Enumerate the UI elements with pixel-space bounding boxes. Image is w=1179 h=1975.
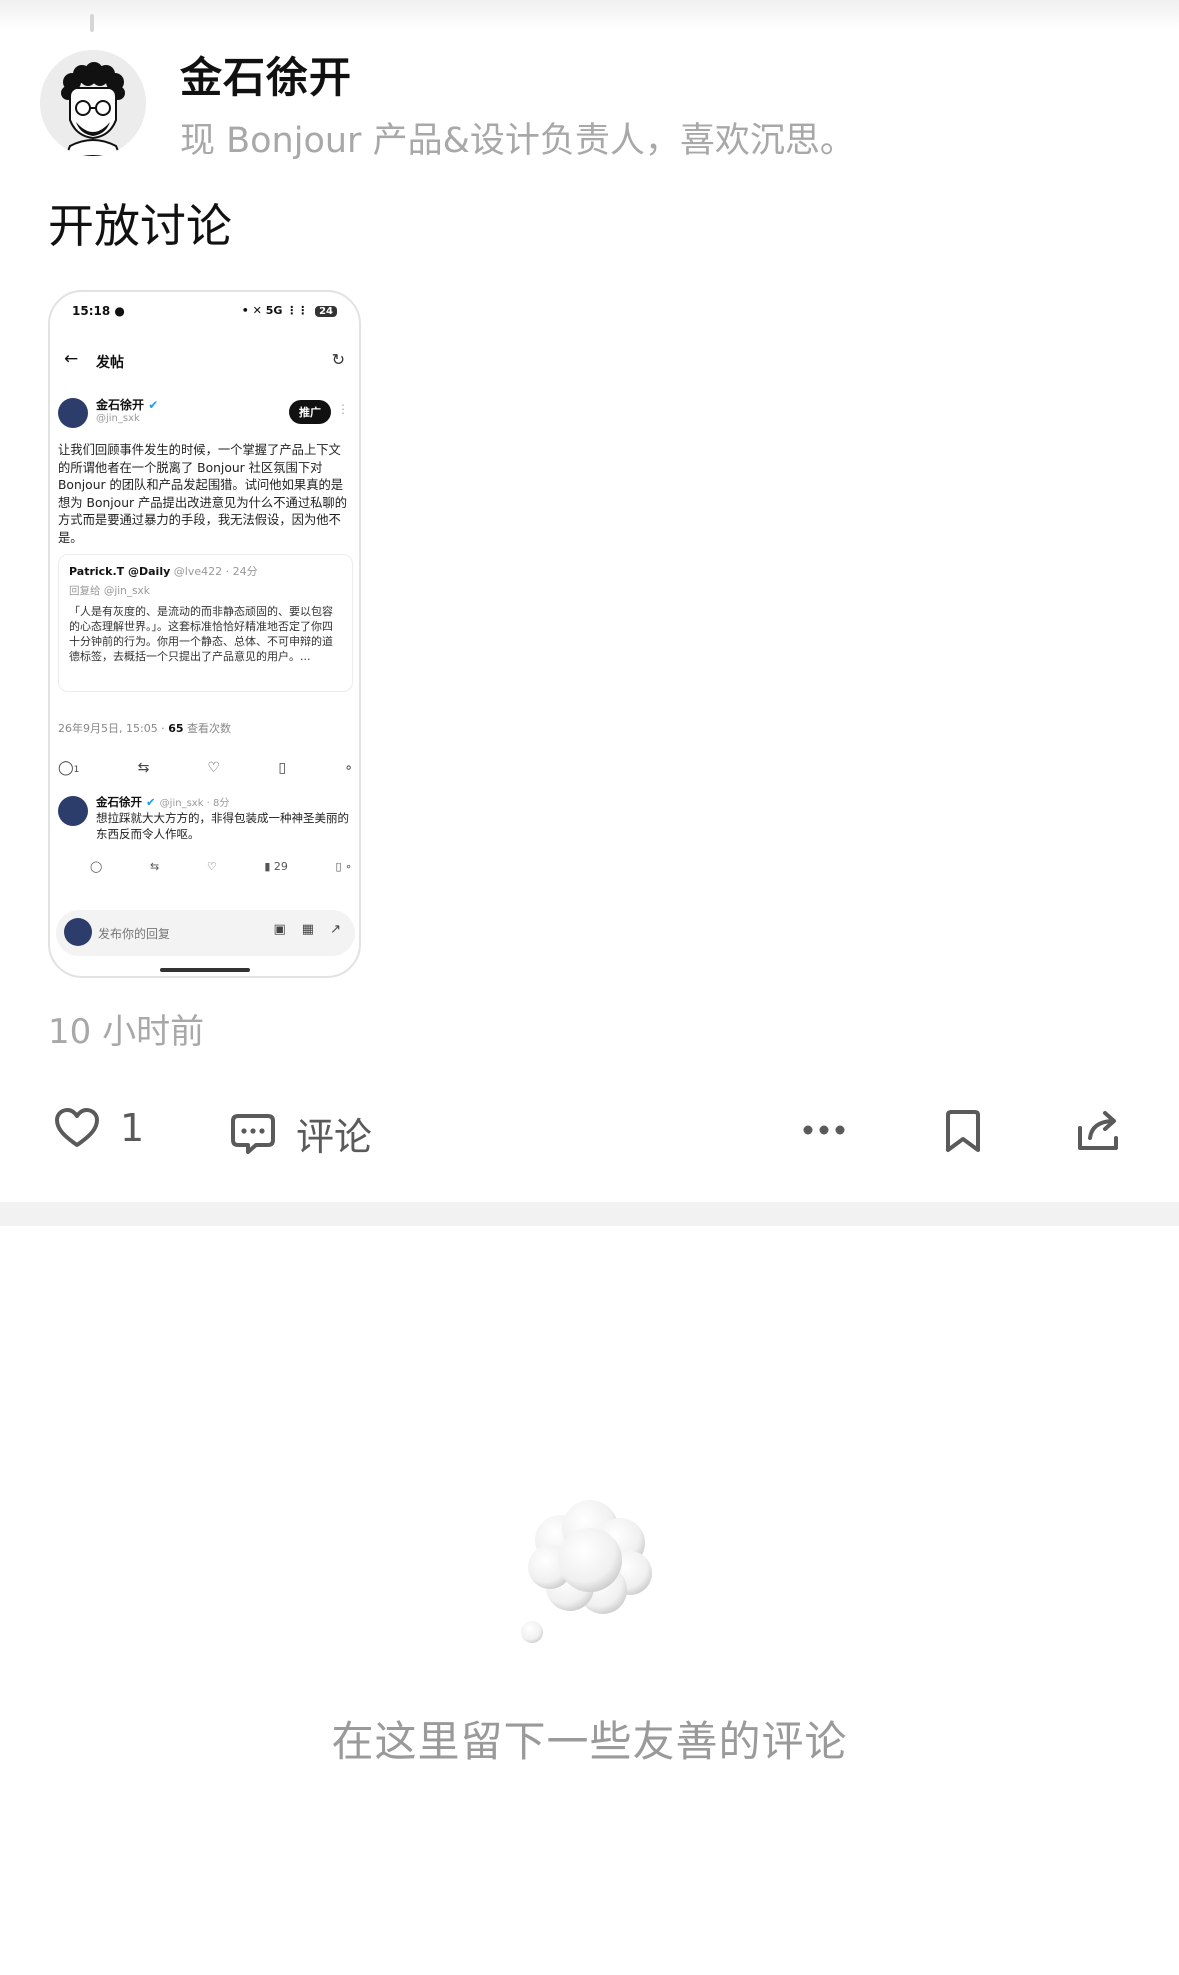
shot-comment-icon: ◯1 — [58, 760, 80, 776]
shot-author-handle: @jin_sxk — [96, 413, 140, 424]
more-button[interactable] — [800, 1110, 848, 1150]
shot-reply-name: 金石徐开 — [96, 795, 142, 809]
shot-expand-icon: ↗ — [330, 922, 341, 937]
heart-icon — [55, 1108, 99, 1147]
shot-reply-repost-icon: ⇆ — [149, 860, 160, 873]
post-text: 开放讨论 — [48, 199, 232, 253]
shot-compose-bar: 发布你的回复 ▣ ▦ ↗ — [56, 910, 355, 956]
shot-status-time: 15:18 ● — [72, 304, 125, 318]
shot-quoted-post: Patrick.T @Daily @lve422 · 24分 回复给 @jin_… — [58, 554, 353, 692]
shot-quote-body: 「人是有灰度的、是流动的而非静态顽固的、要以包容的心态理解世界。」。这套标准恰恰… — [69, 605, 333, 663]
comment-button[interactable]: 评论 — [230, 1106, 372, 1161]
shot-bookmark-icon: ▯ — [278, 760, 287, 776]
shot-author-avatar — [58, 398, 88, 428]
author-name[interactable]: 金石徐开 — [180, 44, 352, 105]
shot-reply-like-icon: ♡ — [206, 860, 217, 873]
shot-reply-handle: @jin_sxk · 8分 — [159, 798, 230, 809]
post-timestamp: 10 小时前 — [48, 1012, 205, 1052]
shot-reply-avatar — [58, 796, 88, 826]
shot-page-title: 发帖 — [96, 355, 124, 371]
author-bio: 现 Bonjour 产品&设计负责人，喜欢沉思。 — [180, 121, 855, 161]
shot-status-right: • ✕ 5G ⋮⋮ 24 — [242, 304, 337, 317]
shot-signal-icon: ⋮⋮ — [286, 304, 309, 317]
like-button[interactable]: 1 — [54, 1106, 144, 1150]
post-image-screenshot[interactable]: 15:18 ● • ✕ 5G ⋮⋮ 24 ← 发帖 ↻ 金石徐开 ✔ @jin_… — [48, 290, 361, 978]
shot-gif-icon: ▦ — [301, 922, 315, 937]
shot-reply-body: 想拉踩就大大方方的，非得包装成一种神圣美丽的东西反而令人作呕。 — [96, 811, 349, 841]
bookmark-icon — [946, 1110, 980, 1152]
like-count: 1 — [120, 1106, 145, 1150]
shot-author-block: 金石徐开 ✔ @jin_sxk — [96, 396, 158, 424]
shot-promote-button: 推广 — [289, 400, 331, 424]
thought-cloud-icon — [515, 1495, 665, 1645]
shot-post-body: 让我们回顾事件发生的时候，一个掌握了产品上下文的所谓他者在一个脱离了 Bonjo… — [58, 443, 348, 545]
drag-handle — [90, 14, 94, 32]
shot-quote-reply-to: 回复给 @jin_sxk — [69, 585, 150, 597]
top-edge — [0, 0, 1179, 30]
shot-person-icon: ● — [114, 304, 125, 318]
shot-battery: 24 — [315, 306, 337, 317]
shot-reply-views: ▮ 29 — [264, 860, 288, 873]
post-action-bar: 1 评论 — [0, 1100, 1179, 1162]
shot-refresh-icon: ↻ — [331, 350, 345, 369]
shot-reply-actions: ◯ ⇆ ♡ ▮ 29 ▯ ∘ — [90, 860, 352, 873]
section-divider — [0, 1202, 1179, 1226]
shot-repost-icon: ⇆ — [137, 760, 150, 776]
shot-mute-icon: • ✕ — [241, 304, 262, 317]
shot-reply-bookmark-icon: ▯ ∘ — [335, 860, 352, 873]
shot-verified-icon: ✔ — [148, 398, 159, 412]
shot-reply-verified-icon: ✔ — [146, 795, 156, 809]
shot-quote-handle: @lve422 · 24分 — [173, 565, 258, 578]
comment-icon — [231, 1113, 275, 1154]
shot-like-icon: ♡ — [207, 760, 221, 776]
shot-action-row: ◯1 ⇆ ♡ ▯ ∘ — [58, 760, 353, 776]
shot-share-icon: ∘ — [344, 760, 353, 776]
more-icon — [803, 1125, 845, 1135]
shot-back-arrow-icon: ← — [64, 349, 79, 369]
avatar-illustration — [40, 50, 146, 156]
share-button[interactable] — [1076, 1108, 1122, 1152]
shot-compose-avatar — [64, 918, 92, 946]
shot-post-meta: 26年9月5日, 15:05 · 65 查看次数 — [58, 722, 231, 735]
shot-quote-name: Patrick.T @Daily — [69, 565, 171, 578]
shot-image-icon: ▣ — [273, 922, 286, 937]
author-avatar[interactable] — [40, 50, 146, 156]
shot-compose-icons: ▣ ▦ ↗ — [274, 922, 342, 937]
shot-reply-comment-icon: ◯ — [90, 860, 103, 873]
empty-comments-text: 在这里留下一些友善的评论 — [331, 1717, 848, 1766]
shot-author-name: 金石徐开 — [96, 398, 145, 412]
share-icon — [1078, 1111, 1118, 1150]
shot-home-indicator — [160, 968, 250, 972]
shot-compose-placeholder: 发布你的回复 — [98, 927, 171, 941]
comment-label: 评论 — [296, 1115, 373, 1159]
shot-more-icon: ⋮ — [337, 402, 349, 416]
bookmark-button[interactable] — [944, 1108, 982, 1154]
